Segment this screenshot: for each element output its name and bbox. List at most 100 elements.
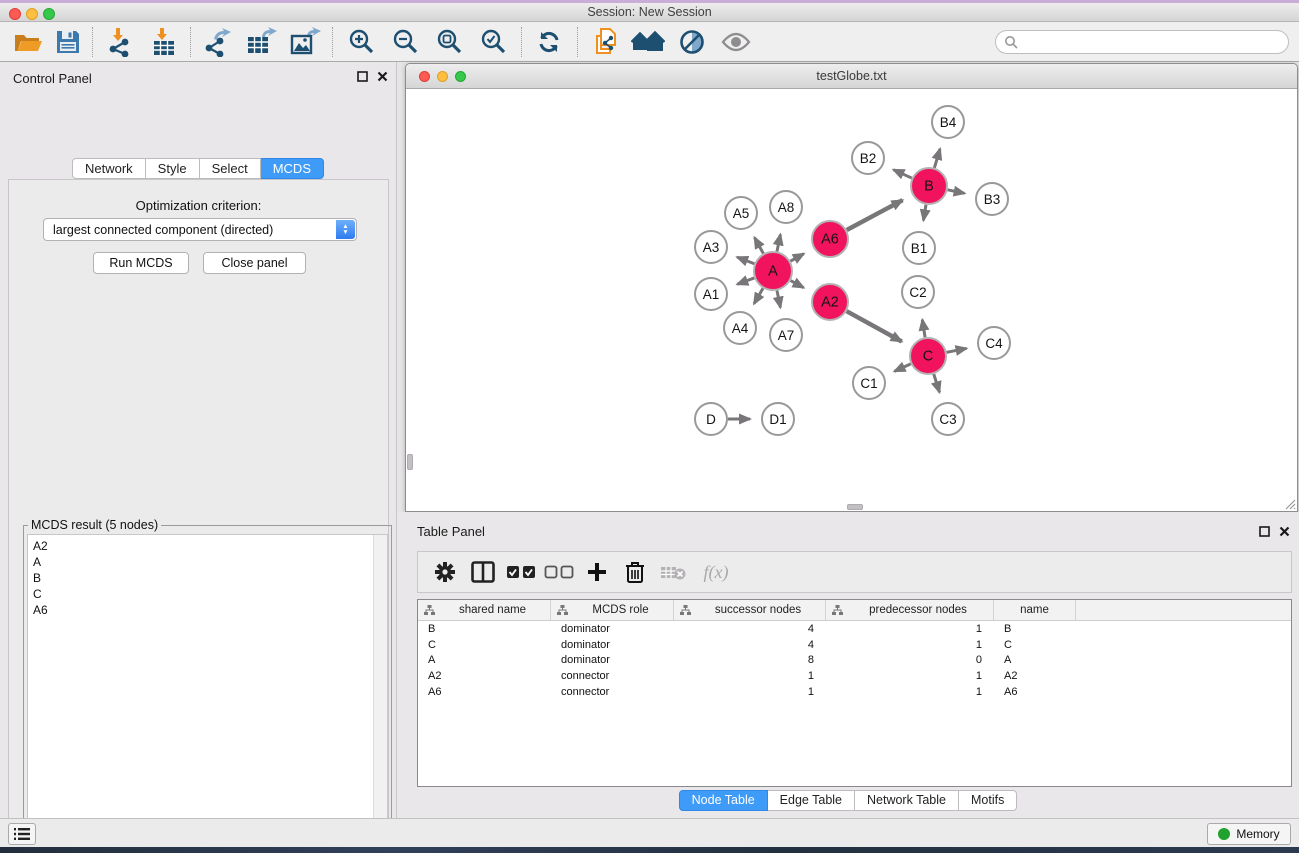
zoom-fit-button[interactable] [431, 26, 467, 58]
export-table-button[interactable] [243, 26, 279, 58]
table-cell[interactable]: 4 [674, 623, 826, 635]
table-cell[interactable]: 1 [826, 686, 994, 698]
tab-select[interactable]: Select [200, 158, 261, 179]
graph-edge[interactable] [894, 364, 910, 371]
log-console-button[interactable] [8, 823, 36, 845]
tab-edge-table[interactable]: Edge Table [768, 790, 855, 811]
table-row[interactable]: A2connector11A2 [418, 668, 1291, 684]
table-cell[interactable]: 1 [674, 670, 826, 682]
table-cell[interactable]: A [994, 654, 1076, 666]
zoom-selected-button[interactable] [475, 26, 511, 58]
node-table[interactable]: shared name MCDS role successor nodes [417, 599, 1292, 787]
mcds-result-list[interactable]: A2ABCA6 [27, 534, 388, 853]
column-header-shared-name[interactable]: shared name [418, 600, 551, 620]
graph-edge[interactable] [934, 374, 940, 392]
table-cell[interactable]: 0 [826, 654, 994, 666]
show-column-panel-button[interactable] [464, 561, 502, 583]
graph-edge[interactable] [934, 149, 940, 168]
table-settings-button[interactable] [426, 561, 464, 583]
table-cell[interactable]: dominator [551, 639, 674, 651]
column-header-successor-nodes[interactable]: successor nodes [674, 600, 826, 620]
table-cell[interactable]: A2 [418, 670, 551, 682]
clone-network-button[interactable] [588, 26, 624, 58]
search-input[interactable] [1018, 35, 1288, 49]
graph-edge[interactable] [847, 311, 902, 341]
table-cell[interactable]: 4 [674, 639, 826, 651]
table-cell[interactable]: 1 [674, 686, 826, 698]
close-panel-icon[interactable] [377, 71, 388, 82]
save-session-button[interactable] [50, 26, 86, 58]
result-list-item[interactable]: A6 [28, 602, 387, 618]
refresh-button[interactable] [531, 26, 567, 58]
import-table-button[interactable] [146, 26, 182, 58]
graph-edge[interactable] [847, 200, 903, 230]
network-graph[interactable]: B4B2BB3A5A8A6B1A3AA1C2A4A7A2CC4C1C3DD1 [406, 89, 1297, 511]
table-cell[interactable]: 1 [826, 670, 994, 682]
export-image-button[interactable] [287, 26, 323, 58]
table-row[interactable]: A6connector11A6 [418, 684, 1291, 700]
result-list-scrollbar[interactable] [373, 535, 387, 852]
table-row[interactable]: Adominator80A [418, 653, 1291, 669]
table-row[interactable]: Bdominator41B [418, 621, 1291, 637]
close-panel-button[interactable]: Close panel [203, 252, 306, 274]
zoom-out-button[interactable] [387, 26, 423, 58]
graph-edge[interactable] [755, 238, 764, 254]
close-table-panel-icon[interactable] [1279, 526, 1290, 537]
table-cell[interactable]: A2 [994, 670, 1076, 682]
graph-edge[interactable] [754, 288, 763, 303]
table-cell[interactable]: A [418, 654, 551, 666]
table-cell[interactable]: C [418, 639, 551, 651]
tab-mcds[interactable]: MCDS [261, 158, 324, 179]
deselect-all-columns-button[interactable] [540, 565, 578, 579]
graph-edge[interactable] [737, 278, 754, 284]
network-window-titlebar[interactable]: testGlobe.txt [406, 64, 1297, 89]
first-neighbors-button[interactable] [630, 26, 666, 58]
resize-grip-icon[interactable] [1282, 496, 1296, 510]
graph-edge[interactable] [893, 170, 911, 178]
delete-table-button[interactable] [654, 563, 692, 581]
float-table-panel-icon[interactable] [1259, 526, 1270, 537]
graph-edge[interactable] [922, 320, 925, 338]
run-mcds-button[interactable]: Run MCDS [93, 252, 189, 274]
table-cell[interactable]: A6 [418, 686, 551, 698]
select-all-columns-button[interactable] [502, 565, 540, 579]
graphics-details-button[interactable] [674, 26, 710, 58]
search-field[interactable] [995, 30, 1289, 54]
column-header-predecessor-nodes[interactable]: predecessor nodes [826, 600, 994, 620]
table-cell[interactable]: 1 [826, 639, 994, 651]
table-cell[interactable]: B [994, 623, 1076, 635]
tab-network-table[interactable]: Network Table [855, 790, 959, 811]
table-cell[interactable]: 8 [674, 654, 826, 666]
table-cell[interactable]: dominator [551, 623, 674, 635]
network-canvas[interactable]: B4B2BB3A5A8A6B1A3AA1C2A4A7A2CC4C1C3DD1 [406, 89, 1297, 511]
criterion-dropdown[interactable]: largest connected component (directed) ▲… [43, 218, 357, 241]
table-body[interactable]: Bdominator41BCdominator41CAdominator80AA… [418, 621, 1291, 700]
result-list-item[interactable]: A2 [28, 538, 387, 554]
memory-button[interactable]: Memory [1207, 823, 1291, 845]
table-cell[interactable]: B [418, 623, 551, 635]
graph-edge[interactable] [777, 291, 780, 308]
column-header-mcds-role[interactable]: MCDS role [551, 600, 674, 620]
result-list-item[interactable]: C [28, 586, 387, 602]
table-cell[interactable]: connector [551, 686, 674, 698]
result-list-item[interactable]: A [28, 554, 387, 570]
table-cell[interactable]: A6 [994, 686, 1076, 698]
tab-style[interactable]: Style [146, 158, 200, 179]
graph-edge[interactable] [777, 234, 780, 251]
table-cell[interactable]: connector [551, 670, 674, 682]
canvas-horizontal-scroll-thumb[interactable] [847, 504, 863, 510]
graph-edge[interactable] [737, 257, 754, 264]
graph-edge[interactable] [791, 281, 804, 288]
column-header-name[interactable]: name [994, 600, 1076, 620]
table-row[interactable]: Cdominator41C [418, 637, 1291, 653]
tab-network[interactable]: Network [72, 158, 146, 179]
graph-edge[interactable] [923, 205, 926, 221]
float-panel-icon[interactable] [357, 71, 368, 82]
export-network-button[interactable] [200, 26, 236, 58]
zoom-in-button[interactable] [343, 26, 379, 58]
function-builder-button[interactable]: f(x) [692, 562, 740, 583]
graph-edge[interactable] [948, 190, 965, 194]
canvas-vertical-scroll-thumb[interactable] [407, 454, 413, 470]
table-cell[interactable]: C [994, 639, 1076, 651]
tab-node-table[interactable]: Node Table [679, 790, 768, 811]
